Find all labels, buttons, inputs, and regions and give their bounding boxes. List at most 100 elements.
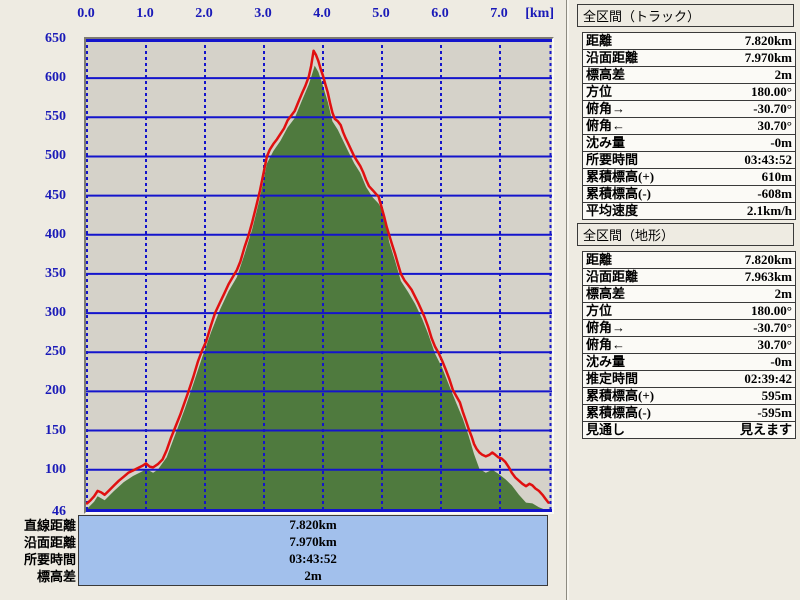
table-row: 沈み量 -0m bbox=[583, 135, 795, 152]
stat-label: 累積標高(-) bbox=[586, 405, 651, 420]
table-row: 標高差 2m bbox=[583, 286, 795, 303]
stats-table-track: 距離 7.820km 沿面距離 7.970km 標高差 2m 方位 180.00° 俯角→ -30… bbox=[582, 32, 796, 220]
stat-label: 俯角← bbox=[586, 118, 626, 133]
stat-value: 180.00° bbox=[751, 84, 792, 99]
x-tick-label: 2.0 bbox=[195, 6, 213, 21]
table-row: 推定時間 02:39:42 bbox=[583, 371, 795, 388]
terrain-area bbox=[87, 65, 549, 512]
stat-label: 累積標高(+) bbox=[586, 169, 655, 184]
stats-table-terrain: 距離 7.820km 沿面距離 7.963km 標高差 2m 方位 180.00° 俯角→ -30… bbox=[582, 251, 796, 439]
stat-label: 累積標高(+) bbox=[586, 388, 655, 403]
y-tick-label: 650 bbox=[45, 31, 66, 46]
y-tick-label: 100 bbox=[45, 461, 66, 477]
stat-value: 595m bbox=[761, 388, 792, 403]
table-row: 累積標高(-) -595m bbox=[583, 405, 795, 422]
stat-value: -0m bbox=[770, 354, 792, 369]
y-tick-label: 350 bbox=[45, 265, 66, 281]
cursor-info-label: 標高差 bbox=[36, 569, 76, 584]
stat-value: 2m bbox=[774, 286, 792, 301]
table-row: 方位 180.00° bbox=[583, 84, 795, 101]
stat-value: 7.820km bbox=[744, 252, 792, 267]
y-tick-label: 400 bbox=[45, 226, 66, 242]
stat-label: 沿面距離 bbox=[586, 50, 639, 65]
stat-label: 距離 bbox=[586, 33, 613, 48]
table-row: 俯角← 30.70° bbox=[583, 118, 795, 135]
stat-value: 2m bbox=[774, 67, 792, 82]
stat-value: 30.70° bbox=[757, 337, 792, 352]
stat-value: -0m bbox=[770, 135, 792, 150]
y-tick-label: 200 bbox=[45, 383, 66, 399]
stat-value: 180.00° bbox=[751, 303, 792, 318]
cursor-info-value: 7.820km bbox=[289, 517, 337, 532]
table-row: 沈み量 -0m bbox=[583, 354, 795, 371]
y-tick-label: 150 bbox=[45, 422, 66, 438]
table-row: 俯角→ -30.70° bbox=[583, 101, 795, 118]
cursor-info-label: 沿面距離 bbox=[23, 535, 76, 550]
table-row: 方位 180.00° bbox=[583, 303, 795, 320]
y-tick-label: 300 bbox=[45, 305, 66, 321]
stat-value: 2.1km/h bbox=[746, 203, 792, 218]
table-row: 平均速度 2.1km/h bbox=[583, 203, 795, 219]
stat-value: 7.970km bbox=[744, 50, 792, 65]
table-row: 俯角→ -30.70° bbox=[583, 320, 795, 337]
stat-value: 02:39:42 bbox=[744, 371, 792, 386]
elevation-profile-plot[interactable] bbox=[84, 37, 554, 514]
x-tick-label: 5.0 bbox=[372, 6, 390, 21]
table-row: 累積標高(+) 610m bbox=[583, 169, 795, 186]
stat-label: 俯角→ bbox=[586, 320, 626, 335]
table-row: 沿面距離 7.963km bbox=[583, 269, 795, 286]
table-row: 累積標高(+) 595m bbox=[583, 388, 795, 405]
stat-value: -30.70° bbox=[753, 101, 792, 116]
cursor-info-value: 03:43:52 bbox=[289, 551, 337, 566]
stat-value: 30.70° bbox=[757, 118, 792, 133]
stat-value: 7.963km bbox=[744, 269, 792, 284]
stat-label: 標高差 bbox=[586, 67, 626, 82]
stat-value: -30.70° bbox=[753, 320, 792, 335]
stat-label: 俯角← bbox=[586, 337, 626, 352]
stat-label: 俯角→ bbox=[586, 101, 626, 116]
stat-value: 610m bbox=[761, 169, 792, 184]
y-tick-label: 250 bbox=[45, 344, 66, 360]
table-row: 累積標高(-) -608m bbox=[583, 186, 795, 203]
cursor-info-label: 所要時間 bbox=[23, 552, 76, 567]
section-header-terrain: 全区間（地形） bbox=[577, 223, 794, 246]
table-row: 距離 7.820km bbox=[583, 252, 795, 269]
table-row: 見通し 見えます bbox=[583, 422, 795, 438]
elevation-profile-window: 0.0 1.0 2.0 3.0 4.0 5.0 6.0 7.0 [km] 650 600 550 5… bbox=[0, 0, 800, 600]
x-tick-label: 0.0 bbox=[77, 6, 95, 21]
stat-value: -595m bbox=[757, 405, 792, 420]
cursor-info-value: 7.970km bbox=[289, 534, 337, 549]
stat-label: 方位 bbox=[586, 303, 613, 318]
stat-label: 沿面距離 bbox=[586, 269, 639, 284]
stat-value: 7.820km bbox=[744, 33, 792, 48]
stat-label: 見通し bbox=[586, 422, 626, 437]
stat-label: 沈み量 bbox=[586, 135, 626, 150]
x-tick-label: 1.0 bbox=[136, 6, 154, 21]
x-tick-label: 4.0 bbox=[313, 6, 331, 21]
stat-value: 見えます bbox=[739, 422, 792, 437]
stat-label: 標高差 bbox=[586, 286, 626, 301]
cursor-info-value: 2m bbox=[304, 568, 322, 583]
y-tick-label: 500 bbox=[45, 148, 66, 164]
stat-label: 方位 bbox=[586, 84, 613, 99]
stats-panel: 全区間（トラック） 距離 7.820km 沿面距離 7.970km 標高差 2m 方位 180… bbox=[569, 0, 800, 600]
section-header-track: 全区間（トラック） bbox=[577, 4, 794, 27]
stat-value: 03:43:52 bbox=[744, 152, 792, 167]
stat-label: 所要時間 bbox=[586, 152, 639, 167]
stat-label: 推定時間 bbox=[586, 371, 639, 386]
stat-value: -608m bbox=[757, 186, 792, 201]
x-tick-label: 3.0 bbox=[254, 6, 272, 21]
table-row: 所要時間 03:43:52 bbox=[583, 152, 795, 169]
stat-label: 沈み量 bbox=[586, 354, 626, 369]
stat-label: 距離 bbox=[586, 252, 613, 267]
cursor-info-box: 7.820km 7.970km 03:43:52 2m bbox=[78, 515, 548, 586]
x-tick-label: 6.0 bbox=[431, 6, 449, 21]
cursor-info-label: 直線距離 bbox=[23, 518, 76, 533]
elevation-profile-svg bbox=[86, 39, 552, 512]
y-tick-label: 450 bbox=[45, 187, 66, 203]
y-tick-label: 600 bbox=[45, 70, 66, 86]
y-tick-label: 550 bbox=[45, 109, 66, 125]
table-row: 沿面距離 7.970km bbox=[583, 50, 795, 67]
x-axis-unit-label: [km] bbox=[525, 6, 554, 21]
table-row: 俯角← 30.70° bbox=[583, 337, 795, 354]
